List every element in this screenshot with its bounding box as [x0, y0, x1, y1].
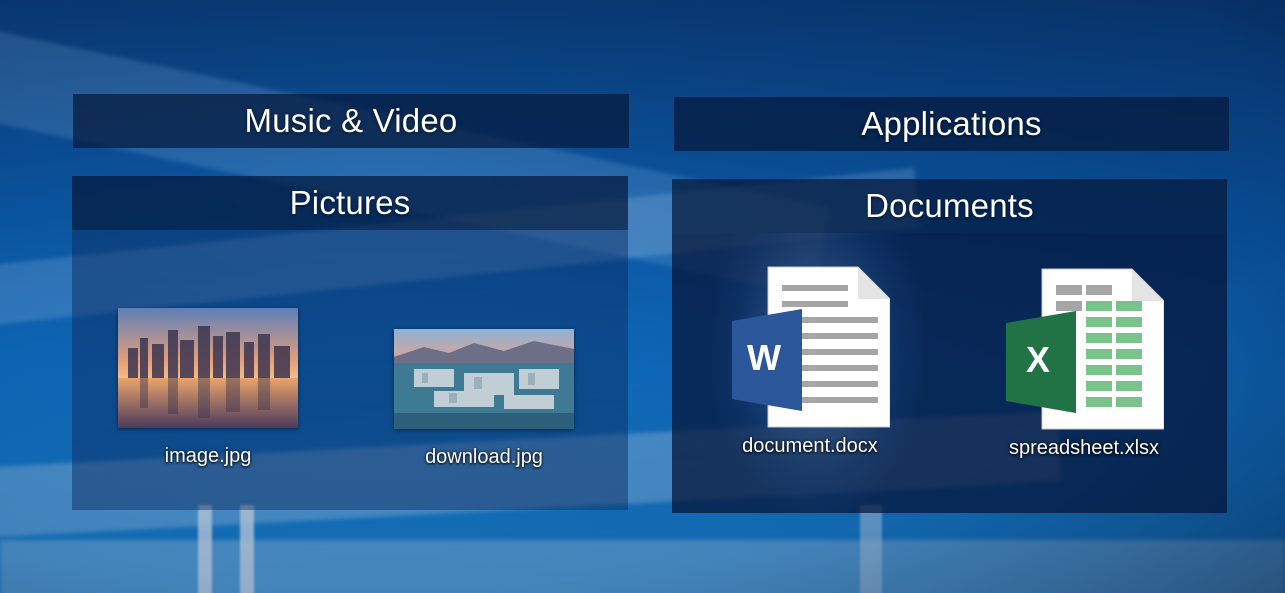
file-label[interactable]: download.jpg [425, 446, 543, 469]
file-label[interactable]: image.jpg [165, 445, 252, 468]
fence-title[interactable]: Documents [672, 179, 1227, 233]
fence-body: W document.docx X spreadsheet.xlsx [672, 233, 1227, 513]
svg-text:W: W [747, 337, 781, 378]
file-label[interactable]: document.docx [742, 435, 878, 458]
file-item-document[interactable]: W document.docx [720, 261, 900, 458]
fence-title[interactable]: Applications [674, 97, 1229, 151]
file-item-image[interactable]: image.jpg [118, 308, 298, 468]
fence-documents[interactable]: Documents W document.docx X spreadsheet.… [672, 179, 1227, 513]
aerial-city-photo-thumbnail-icon[interactable] [394, 329, 574, 429]
file-item-download[interactable]: download.jpg [394, 329, 574, 469]
file-label[interactable]: spreadsheet.xlsx [1009, 437, 1159, 460]
fence-title[interactable]: Music & Video [73, 94, 629, 148]
fence-title[interactable]: Pictures [72, 176, 628, 230]
file-item-spreadsheet[interactable]: X spreadsheet.xlsx [994, 263, 1174, 460]
excel-spreadsheet-icon[interactable]: X [1004, 263, 1164, 433]
fence-body: image.jpg download.jpg [72, 230, 628, 510]
word-document-icon[interactable]: W [730, 261, 890, 431]
fence-applications[interactable]: Applications [674, 97, 1229, 151]
fence-music-video[interactable]: Music & Video [73, 94, 629, 148]
fence-pictures[interactable]: Pictures image.jpg download.jpg [72, 176, 628, 510]
city-skyline-photo-thumbnail-icon[interactable] [118, 308, 298, 428]
svg-text:X: X [1026, 339, 1050, 380]
